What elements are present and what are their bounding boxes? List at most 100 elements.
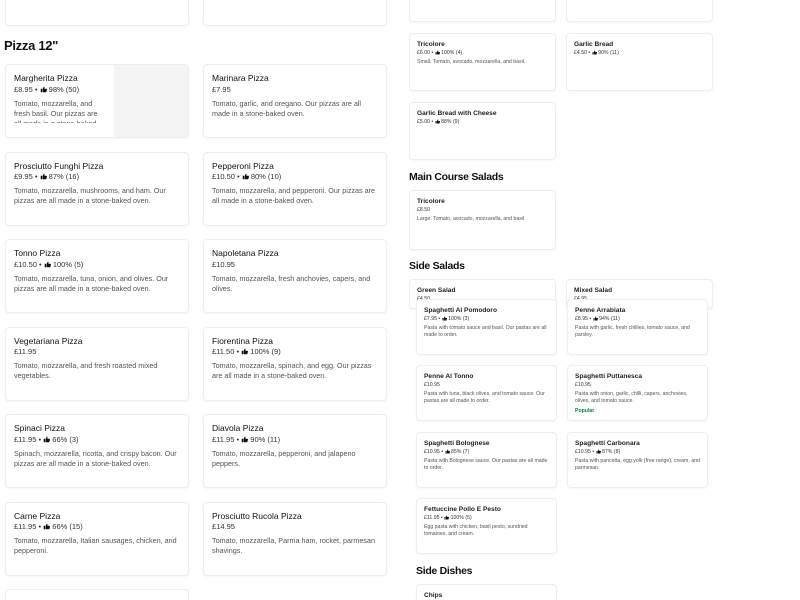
- menu-item-card[interactable]: Chips: [416, 584, 557, 600]
- item-price: £10.95: [575, 381, 591, 388]
- item-description: Pasta with Bolognese sauce. Our pastas a…: [424, 457, 548, 472]
- menu-item-card[interactable]: Prosciutto Rucola Pizza £14.95 Tomato, moz…: [203, 501, 387, 576]
- item-name: Carne Pizza: [14, 510, 61, 521]
- item-rating: 87% (8): [600, 448, 621, 455]
- item-price-rating: £10.95: [212, 260, 378, 269]
- item-rating: 100% (5): [50, 259, 84, 269]
- item-name: Fettuccine Pollo E Pesto: [424, 506, 501, 513]
- item-description: Tomato, mozzarella, Italian sausages, ch…: [14, 536, 177, 556]
- item-price: £10.95: [424, 448, 440, 455]
- menu-item-card[interactable]: Spaghetti Puttanesca £10.95 Pasta with oni…: [567, 365, 708, 421]
- item-description: Pasta with garlic, fresh chillies, tomat…: [575, 324, 690, 339]
- menu-item-card-partial[interactable]: [566, 0, 713, 22]
- menu-item-card[interactable]: Carne Pizza £11.95 • 66% (15) Tomato, mozz…: [5, 501, 189, 576]
- item-price-rating: £5.00 • 88% (9): [417, 118, 460, 125]
- menu-item-card[interactable]: Fiorentina Pizza £11.50 • 100% (9) Tomato,…: [203, 326, 387, 401]
- item-rating: 98% (50): [46, 84, 80, 94]
- item-name: Chips: [424, 592, 443, 599]
- section-heading-pizza: Pizza 12": [4, 38, 59, 53]
- item-name: Vegetariana Pizza: [14, 335, 83, 346]
- menu-item-card[interactable]: Vegetariana Pizza £11.95 Tomato, mozzarell…: [5, 326, 189, 401]
- menu-item-card[interactable]: Penne Al Tonno £10.95 Pasta with tuna, bla…: [416, 365, 557, 421]
- item-rating: 88% (9): [439, 118, 460, 125]
- item-price: £11.95: [14, 434, 37, 444]
- item-name: Mixed Salad: [574, 287, 613, 294]
- item-rating: 100% (3): [446, 315, 470, 322]
- item-rating: 100% (5): [449, 514, 472, 521]
- item-description: Tomato, mozzarella, mushrooms, and ham. …: [14, 186, 166, 206]
- item-name: Spaghetti Puttanesca: [575, 373, 643, 380]
- menu-item-card[interactable]: Garlic Bread with Cheese £5.00 • 88% (9): [409, 102, 556, 160]
- menu-item-card[interactable]: Spaghetti Al Pomodoro £7.95 • 100% (3) Pas…: [416, 299, 557, 355]
- menu-item-card[interactable]: Napoletana Pizza £10.95 Tomato, mozzarella…: [203, 239, 387, 313]
- item-description: Small. Tomato, avocado, mozzarella, and …: [417, 58, 526, 65]
- section-heading-side-dishes: Side Dishes: [416, 565, 473, 577]
- item-price: £4.50: [574, 49, 587, 56]
- menu-item-card[interactable]: Tricolore £8.50 Large. Tomato, avocado, mo…: [409, 190, 556, 250]
- menu-item-card[interactable]: Margherita Pizza £8.95 • 98% (50) Tomato, …: [5, 64, 189, 138]
- menu-item-card[interactable]: Tricolore £6.00 • 100% (4) Small. Tomato, …: [409, 33, 556, 91]
- menu-item-card[interactable]: Diavola Pizza £11.95 • 90% (11) Tomato, mo…: [203, 414, 387, 488]
- item-rating: 100% (4): [439, 49, 463, 56]
- item-rating: 90% (11): [248, 434, 281, 444]
- menu-item-card[interactable]: Pepperoni Pizza £10.50 • 80% (10) Tomato, …: [203, 151, 387, 226]
- item-price-rating: £4.50 • 90% (11): [574, 49, 619, 56]
- item-price: £8.95: [14, 84, 33, 94]
- item-price: £6.00: [417, 49, 430, 56]
- item-rating: 66% (15): [50, 522, 83, 532]
- item-name: Pepperoni Pizza: [212, 160, 274, 171]
- item-price-rating: £8.50: [417, 207, 548, 213]
- item-description: Tomato, garlic, and oregano. Our pizzas …: [212, 98, 362, 118]
- thumbs-up-icon: [40, 85, 47, 94]
- menu-item-card[interactable]: Prosciutto Funghi Pizza £9.95 • 87% (16) T…: [5, 151, 189, 226]
- menu-item-card[interactable]: Garlic Bread £4.50 • 90% (11): [566, 33, 713, 91]
- menu-item-card[interactable]: Tonno Pizza £10.50 • 100% (5) Tomato, mozz…: [5, 239, 189, 313]
- item-description: Tomato, mozzarella, spinach, and egg. Ou…: [212, 361, 372, 381]
- menu-item-card[interactable]: Spaghetti Bolognese £10.95 • 85% (7) Pasta…: [416, 432, 557, 488]
- item-price-rating: £11.95 • 100% (5): [424, 514, 472, 521]
- item-name: Penne Arrabiata: [575, 307, 626, 314]
- item-description: Egg pasta with chicken, basil pesto, sun…: [424, 523, 528, 538]
- item-price: £11.95: [424, 514, 440, 521]
- menu-item-card[interactable]: Marinara Pizza £7.95 Tomato, garlic, and o…: [203, 64, 387, 138]
- item-name: Fiorentina Pizza: [212, 335, 273, 346]
- item-description: Tomato, mozzarella, Parma ham, rocket, p…: [212, 536, 375, 556]
- item-price: £8.95: [575, 315, 588, 322]
- item-rating: 66% (3): [50, 434, 79, 444]
- item-price: £9.95: [14, 172, 33, 182]
- menu-item-card-partial[interactable]: [5, 0, 189, 26]
- item-name: Napoletana Pizza: [212, 248, 279, 258]
- item-price: £7.95: [212, 84, 231, 94]
- section-heading-side-salads: Side Salads: [409, 260, 465, 272]
- menu-item-card[interactable]: Fantasia Pizza: [5, 589, 189, 600]
- item-price: £10.95: [575, 448, 591, 455]
- item-price-rating: £10.95 • 87% (8): [575, 448, 621, 455]
- menu-item-card-partial[interactable]: [409, 0, 556, 22]
- item-rating: 100% (9): [248, 347, 281, 357]
- item-description: Tomato, mozzarella, and pepperoni. Our p…: [212, 186, 375, 206]
- item-description: Pasta with pancetta, egg yolk (free rang…: [575, 457, 700, 472]
- item-description: Tomato, mozzarella, pepperoni, and jalap…: [212, 448, 356, 468]
- thumbs-up-icon: [40, 172, 47, 181]
- menu-item-card[interactable]: Penne Arrabiata £8.95 • 94% (11) Pasta wit…: [567, 299, 708, 355]
- item-rating: 80% (10): [248, 172, 282, 182]
- item-price-rating: £11.95 • 66% (15): [14, 522, 83, 532]
- item-price-rating: £10.95 • 85% (7): [424, 448, 470, 455]
- item-price: £10.50: [14, 259, 37, 269]
- item-name: Diavola Pizza: [212, 423, 264, 433]
- item-description: Large. Tomato, avocado, mozzarella, and …: [417, 215, 525, 222]
- menu-item-card-partial[interactable]: [203, 0, 387, 26]
- item-name: Spaghetti Bolognese: [424, 440, 490, 447]
- menu-item-card[interactable]: Spinaci Pizza £11.95 • 66% (3) Spinach, mo…: [5, 414, 189, 488]
- item-price: £11.50: [212, 347, 235, 357]
- item-name: Tricolore: [417, 198, 445, 205]
- item-rating: 90% (11): [596, 49, 619, 56]
- menu-item-card[interactable]: Fettuccine Pollo E Pesto £11.95 • 100% (5…: [416, 498, 557, 554]
- item-description: Tomato, mozzarella, fresh anchovies, cap…: [212, 273, 371, 293]
- item-name: Tricolore: [417, 41, 445, 48]
- item-description: Pasta with tomato sauce and basil. Our p…: [424, 324, 547, 339]
- item-price: £10.95: [424, 381, 440, 388]
- item-rating: 87% (16): [46, 172, 80, 182]
- menu-item-card[interactable]: Spaghetti Carbonara £10.95 • 87% (8) Pasta…: [567, 432, 708, 488]
- item-price-rating: £10.50 • 80% (10): [212, 172, 282, 182]
